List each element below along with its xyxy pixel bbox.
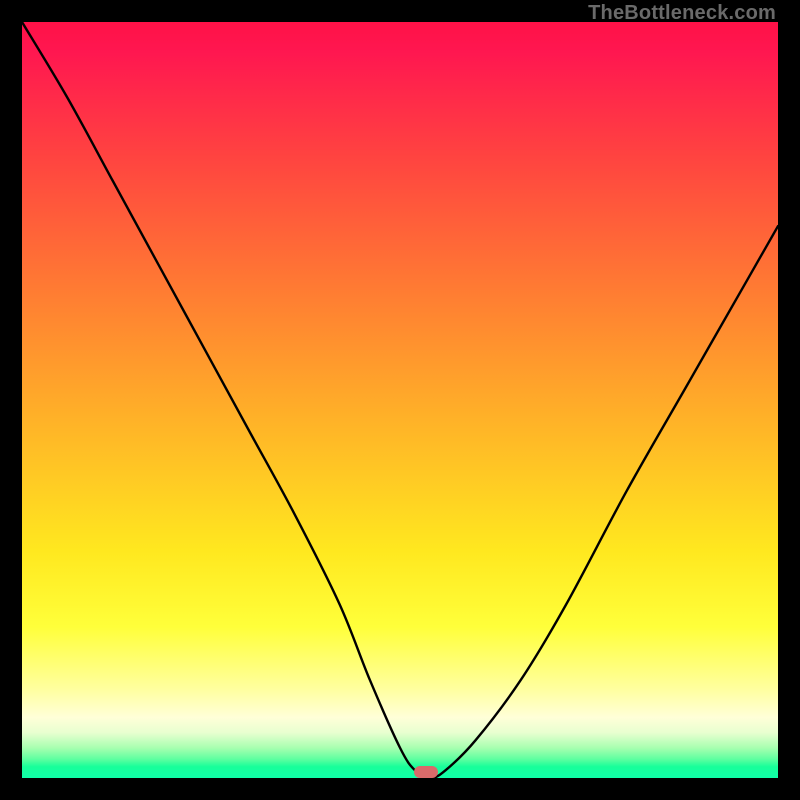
optimal-marker <box>414 766 438 778</box>
bottleneck-curve <box>22 22 778 778</box>
plot-area <box>22 22 778 778</box>
chart-frame: TheBottleneck.com <box>0 0 800 800</box>
watermark-text: TheBottleneck.com <box>588 2 776 25</box>
